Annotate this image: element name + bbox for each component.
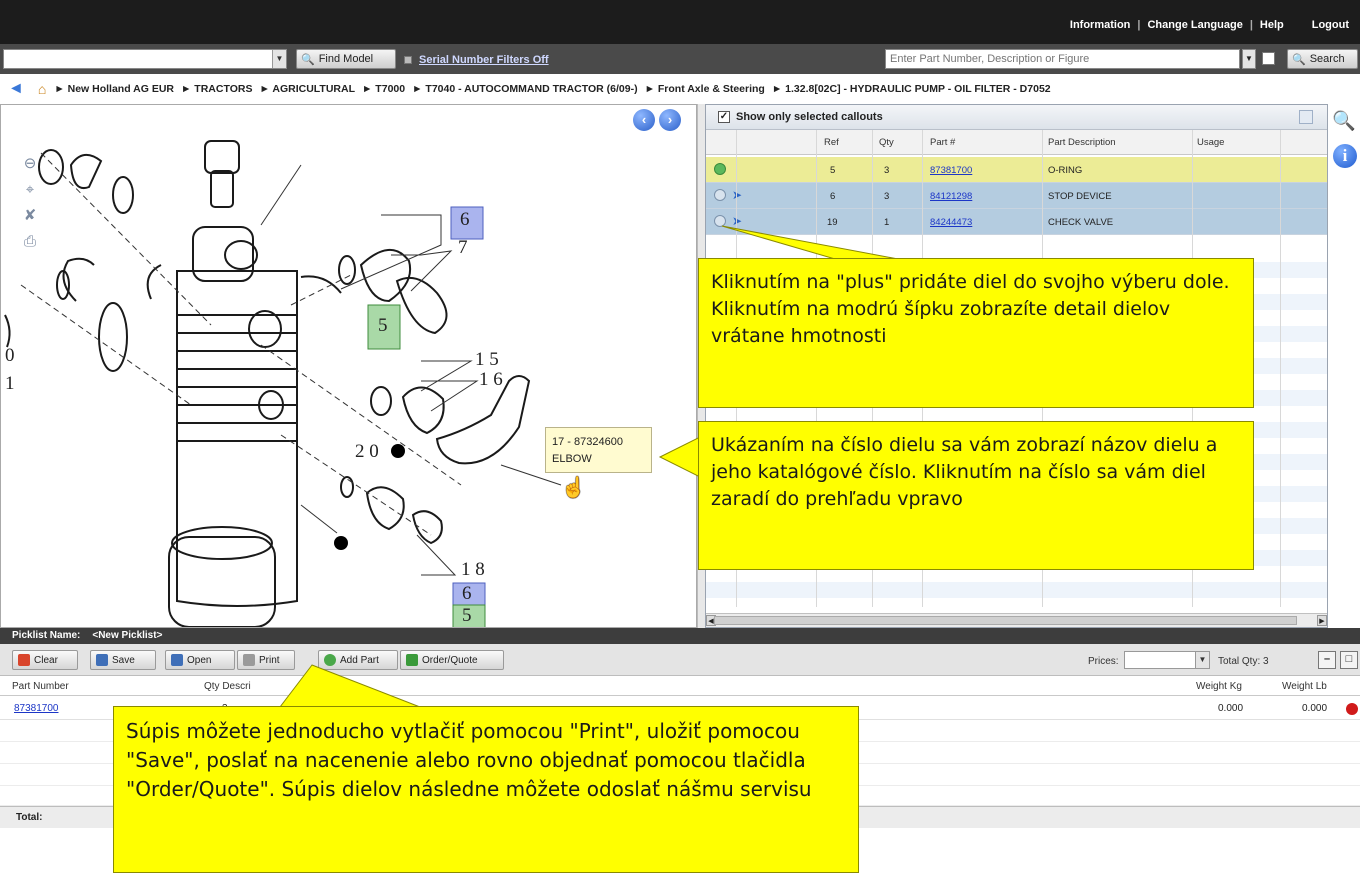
- help-note-print-save: Súpis môžete jednoducho vytlačiť pomocou…: [113, 706, 859, 873]
- help-note-plus-arrow: Kliknutím na "plus" pridáte diel do svoj…: [698, 258, 1254, 408]
- app-root: Information | Change Language | Help Log…: [0, 0, 1360, 873]
- help-note-part-hover: Ukázaním na číslo dielu sa vám zobrazí n…: [698, 421, 1254, 570]
